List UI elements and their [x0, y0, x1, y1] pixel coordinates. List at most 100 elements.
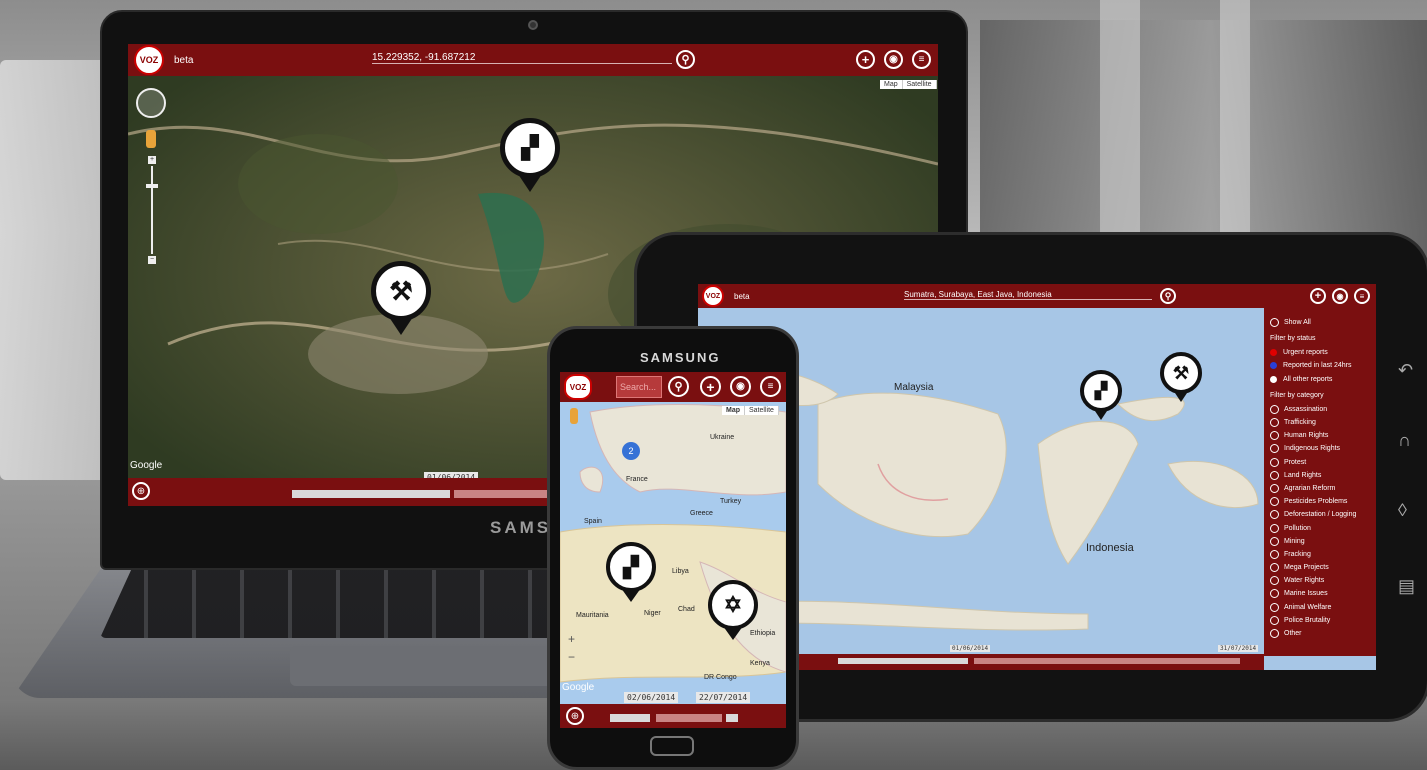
road-map[interactable] [560, 372, 786, 728]
timeline-range-left[interactable] [292, 490, 450, 498]
category-filter-item[interactable]: Land Rights [1270, 469, 1370, 482]
map-type-map[interactable]: Map [722, 406, 745, 415]
category-filter-item[interactable]: Other [1270, 627, 1370, 640]
map-label: Chad [678, 606, 695, 613]
pan-control[interactable] [136, 88, 166, 118]
search-button[interactable]: ⚲ [1160, 288, 1176, 304]
street-view-pegman-icon[interactable] [146, 130, 156, 148]
zoom-in-button[interactable]: + [148, 156, 156, 164]
status-filter-label: All other reports [1283, 375, 1333, 383]
street-view-pegman-icon[interactable] [570, 408, 578, 424]
crossed-hammers-icon: ⚒ [1160, 352, 1202, 394]
map-marker-deforestation[interactable]: ▞ [1080, 370, 1122, 420]
category-filter-item[interactable]: Animal Welfare [1270, 601, 1370, 614]
marker-tail [621, 588, 641, 602]
locate-me-button[interactable]: ⊕ [566, 707, 584, 725]
marker-cluster[interactable]: 2 [622, 442, 640, 460]
map-type-toggle[interactable]: Map Satellite [880, 80, 937, 89]
map-type-toggle[interactable]: Map Satellite [722, 406, 779, 415]
category-filter-item[interactable]: Human Rights [1270, 429, 1370, 442]
phone-home-button[interactable] [650, 736, 694, 756]
location-button[interactable]: ◉ [730, 376, 751, 397]
zoom-out-button[interactable]: − [568, 650, 575, 664]
show-all-filter[interactable]: Show All [1270, 316, 1370, 329]
category-filter-item[interactable]: Assassination [1270, 403, 1370, 416]
location-button[interactable]: ◉ [1332, 288, 1348, 304]
zoom-out-button[interactable]: − [148, 256, 156, 264]
category-filter-item[interactable]: Pesticides Problems [1270, 495, 1370, 508]
search-input[interactable]: Sumatra, Surabaya, East Java, Indonesia [904, 290, 1152, 300]
category-filter-item[interactable]: Police Brutality [1270, 614, 1370, 627]
search-input[interactable]: Search... [616, 376, 662, 398]
timeline-end-date: 22/07/2014 [696, 692, 751, 703]
category-filter-label: Mining [1284, 537, 1305, 545]
category-filter-item[interactable]: Trafficking [1270, 416, 1370, 429]
zoom-in-button[interactable]: + [568, 632, 575, 646]
tablet-home-icon[interactable]: ∩ [1398, 430, 1411, 451]
category-icon [1270, 549, 1279, 559]
timeline-start-date: 01/06/2014 [950, 645, 991, 652]
category-filter-item[interactable]: Marine Issues [1270, 587, 1370, 600]
map-marker-trafficking[interactable]: ✡ [708, 580, 758, 640]
location-button[interactable]: ◉ [884, 50, 903, 69]
voz-logo[interactable]: VOZ [702, 285, 724, 307]
status-filter-item[interactable]: Urgent reports [1270, 346, 1370, 359]
category-icon [1270, 629, 1279, 639]
category-filter-item[interactable]: Pollution [1270, 521, 1370, 534]
category-filter-item[interactable]: Mining [1270, 535, 1370, 548]
map-type-satellite[interactable]: Satellite [903, 80, 937, 89]
timeline-range-selected[interactable] [454, 490, 554, 498]
hamburger-icon: ≡ [767, 381, 774, 392]
status-filter-item[interactable]: Reported in last 24hrs [1270, 359, 1370, 372]
map-label: Turkey [720, 498, 742, 505]
tablet-recent-icon[interactable]: ◊ [1398, 500, 1407, 521]
timeline-range-left[interactable] [838, 658, 968, 664]
search-input[interactable]: 15.229352, -91.687212 [372, 52, 672, 64]
map-marker-mining[interactable]: ⚒ [1160, 352, 1202, 402]
menu-button[interactable]: ≡ [760, 376, 781, 397]
category-filter-item[interactable]: Indigenous Rights [1270, 442, 1370, 455]
timeline-range-left[interactable] [610, 714, 650, 722]
add-report-button[interactable]: + [856, 50, 875, 69]
category-filter-item[interactable]: Mega Projects [1270, 561, 1370, 574]
map-type-satellite[interactable]: Satellite [745, 406, 779, 415]
add-report-button[interactable]: + [700, 376, 721, 397]
map-marker-mining[interactable]: ⚒ [371, 261, 431, 335]
tablet-menu-icon[interactable]: ▤ [1398, 576, 1415, 597]
webcam-icon [528, 20, 538, 30]
timeline-start-date: 02/06/2014 [624, 692, 679, 703]
category-filter-item[interactable]: Protest [1270, 456, 1370, 469]
category-filter-item[interactable]: Agrarian Reform [1270, 482, 1370, 495]
status-filter-item[interactable]: All other reports [1270, 373, 1370, 386]
add-report-button[interactable]: + [1310, 288, 1326, 304]
marker-tail [389, 317, 413, 335]
locate-me-button[interactable]: ⊕ [132, 482, 150, 500]
category-filter-list: Assassination Trafficking Human Rights Indi… [1270, 403, 1370, 640]
category-filter-item[interactable]: Fracking [1270, 548, 1370, 561]
category-icon [1270, 615, 1279, 625]
category-filter-item[interactable]: Water Rights [1270, 574, 1370, 587]
timeline-range-selected[interactable] [974, 658, 1240, 664]
menu-button[interactable]: ≡ [1354, 288, 1370, 304]
search-button[interactable]: ⚲ [676, 50, 695, 69]
category-filter-label: Police Brutality [1284, 616, 1331, 624]
tablet-back-icon[interactable]: ↶ [1398, 360, 1413, 381]
crosshair-icon: ⊕ [136, 485, 146, 497]
voz-logo[interactable]: VOZ [134, 45, 164, 75]
category-filter-item[interactable]: Deforestation / Logging [1270, 508, 1370, 521]
map-label: Greece [690, 510, 713, 517]
stump-icon: ▞ [1080, 370, 1122, 412]
zoom-slider-handle[interactable] [146, 184, 158, 188]
timeline-range-selected[interactable] [656, 714, 722, 722]
voz-logo[interactable]: VOZ [564, 374, 592, 400]
timeline-range-right[interactable] [726, 714, 738, 722]
menu-button[interactable]: ≡ [912, 50, 931, 69]
category-filter-label: Indigenous Rights [1284, 445, 1341, 453]
zoom-slider-track[interactable] [151, 166, 153, 254]
category-filter-label: Mega Projects [1284, 564, 1329, 572]
map-marker-deforestation[interactable]: ▞ [500, 118, 560, 192]
search-button[interactable]: ⚲ [668, 376, 689, 397]
map-type-map[interactable]: Map [880, 80, 903, 89]
map-marker-deforestation[interactable]: ▞ [606, 542, 656, 602]
app-topbar: VOZ beta 15.229352, -91.687212 ⚲ + ◉ ≡ [128, 44, 938, 76]
